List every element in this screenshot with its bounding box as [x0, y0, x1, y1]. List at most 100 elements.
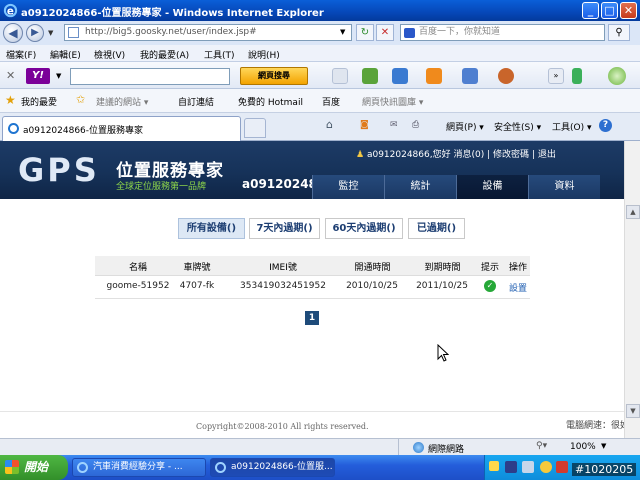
col-imei: IMEI號	[269, 263, 297, 273]
zoom-level[interactable]: 100%	[570, 442, 596, 452]
search-go-icon[interactable]: ⚲	[608, 24, 630, 41]
mail-icon[interactable]: ✉	[390, 120, 398, 130]
refresh-icon[interactable]: ↻	[356, 24, 374, 41]
tools-menu[interactable]: 工具(O) ▾	[552, 120, 592, 133]
tray-network-icon[interactable]	[505, 461, 517, 473]
bookmark-icon[interactable]	[362, 68, 378, 84]
favorites-star-icon: ★	[5, 93, 16, 107]
yahoo-search-input[interactable]	[70, 68, 230, 85]
back-button[interactable]: ◀	[3, 23, 23, 43]
windows-logo-icon	[5, 460, 19, 474]
messenger-icon[interactable]	[498, 68, 514, 84]
zoom-dropdown-icon[interactable]: ▼	[601, 442, 606, 450]
col-start-date: 開通時間	[354, 263, 391, 273]
tray-app-icon[interactable]	[522, 461, 534, 473]
window-titlebar[interactable]: e a0912024866-位置服務專家 - Windows Internet …	[0, 0, 640, 21]
favorites-label[interactable]: 我的最愛	[21, 95, 57, 108]
user-info-bar: ♟ a0912024866,您好 消息(0) | 修改密碼 | 退出	[356, 147, 556, 160]
add-icon[interactable]	[572, 68, 582, 84]
filter-expire-60-days[interactable]: 60天內過期()	[325, 218, 403, 239]
separator: |	[487, 150, 491, 160]
tray-arrow-icon[interactable]	[489, 461, 499, 471]
nav-data[interactable]: 資料	[528, 175, 600, 199]
fav-suggested-sites[interactable]: 建議的網站 ▾	[96, 95, 148, 108]
change-password-link[interactable]: 修改密碼	[493, 150, 529, 160]
menu-favorites[interactable]: 我的最愛(A)	[140, 48, 189, 61]
fav-web-slice-gallery[interactable]: 網頁快訊圖庫 ▾	[362, 95, 423, 108]
row-divider	[95, 298, 530, 299]
maximize-button[interactable]: □	[601, 2, 618, 19]
menu-file[interactable]: 檔案(F)	[6, 48, 36, 61]
site-title: 位置服務專家	[116, 161, 224, 181]
settings-link[interactable]: 設置	[506, 281, 530, 294]
nav-monitor[interactable]: 監控	[312, 175, 384, 199]
tab-ie-icon	[8, 123, 19, 134]
nav-statistics[interactable]: 統計	[384, 175, 456, 199]
minimize-button[interactable]: _	[582, 2, 599, 19]
menu-tools[interactable]: 工具(T)	[204, 48, 235, 61]
cell-start-date: 2010/10/25	[346, 281, 398, 291]
feeds-icon[interactable]: ◙	[360, 120, 369, 130]
new-tab-button[interactable]	[244, 118, 266, 138]
cell-expire-date: 2011/10/25	[416, 281, 468, 291]
gps-logo[interactable]: GPS	[18, 153, 100, 187]
rss-icon[interactable]	[426, 68, 442, 84]
address-url: http://big5.goosky.net/user/index.jsp#	[85, 27, 257, 37]
help-icon[interactable]: ?	[599, 119, 612, 132]
taskbar-item-car-blog[interactable]: 汽車消費經驗分享 - ...	[72, 458, 206, 477]
pagination-page[interactable]: 1	[305, 311, 319, 325]
tab-title: a0912024866-位置服務專家	[23, 126, 144, 136]
messages-link[interactable]: 消息(0)	[453, 150, 484, 160]
vertical-scrollbar[interactable]: ▲ ▼	[624, 141, 640, 438]
settings-gear-icon[interactable]	[608, 67, 626, 85]
history-dropdown-icon[interactable]: ▼	[48, 29, 53, 37]
menu-view[interactable]: 檢視(V)	[94, 48, 125, 61]
address-field[interactable]: http://big5.goosky.net/user/index.jsp#	[64, 24, 352, 41]
ie-task-icon	[77, 462, 88, 473]
fav-baidu[interactable]: 百度	[322, 95, 340, 108]
page-menu[interactable]: 網頁(P) ▾	[446, 120, 484, 133]
taskbar-item-gps[interactable]: a0912024866-位置服...	[210, 458, 335, 477]
tools-icon[interactable]	[392, 68, 408, 84]
yahoo-dropdown-icon[interactable]: ▼	[56, 72, 61, 80]
home-icon[interactable]: ⌂	[326, 118, 333, 131]
user-icon: ♟	[356, 150, 365, 160]
toolbar-close-icon[interactable]: ✕	[6, 69, 15, 82]
tab-active[interactable]: a0912024866-位置服務專家	[2, 116, 241, 141]
filter-all-devices[interactable]: 所有設備()	[178, 218, 245, 239]
separator: |	[531, 150, 535, 160]
add-favorite-icon[interactable]: ✩	[76, 94, 85, 106]
menu-help[interactable]: 說明(H)	[248, 48, 280, 61]
print-icon[interactable]: ⎙	[412, 120, 419, 130]
site-subtitle: 全球定位服務第一品牌	[116, 182, 207, 192]
safety-menu[interactable]: 安全性(S) ▾	[494, 120, 541, 133]
cell-imei: 353419032451952	[240, 281, 326, 291]
address-dropdown-icon[interactable]: ▼	[340, 28, 345, 36]
tray-antivirus-icon[interactable]	[556, 461, 568, 473]
filter-expired[interactable]: 已過期()	[408, 218, 465, 239]
tray-smiley-icon[interactable]	[540, 461, 552, 473]
close-button[interactable]: ✕	[620, 2, 637, 19]
envelope-icon[interactable]	[462, 68, 478, 84]
scroll-down-icon[interactable]: ▼	[626, 404, 640, 418]
search-input[interactable]: 百度一下，你就知道	[400, 24, 605, 41]
logout-link[interactable]: 退出	[538, 150, 556, 160]
stop-icon[interactable]: ✕	[376, 24, 394, 41]
fav-hotmail[interactable]: 免費的 Hotmail	[238, 95, 303, 108]
col-status: 提示	[480, 263, 499, 273]
more-icon[interactable]: »	[548, 68, 564, 84]
menu-edit[interactable]: 編輯(E)	[50, 48, 81, 61]
protected-mode-icon[interactable]: ⚲▾	[536, 441, 547, 451]
start-label: 開始	[24, 460, 49, 474]
scroll-up-icon[interactable]: ▲	[626, 205, 640, 219]
fav-custom-links[interactable]: 自訂連結	[178, 95, 214, 108]
yahoo-logo[interactable]: Y!	[26, 68, 50, 84]
forward-button[interactable]: ▶	[26, 24, 44, 42]
start-button[interactable]: 開始	[0, 455, 68, 480]
mouse-cursor-icon	[437, 344, 449, 362]
yahoo-search-button[interactable]: 網頁搜尋	[240, 67, 308, 85]
mail-toolbar-icon[interactable]	[332, 68, 348, 84]
site-header: GPS 位置服務專家 全球定位服務第一品牌 a0912024866 ♟ a091…	[0, 141, 624, 199]
nav-devices[interactable]: 設備	[456, 175, 528, 199]
filter-expire-7-days[interactable]: 7天內過期()	[249, 218, 320, 239]
